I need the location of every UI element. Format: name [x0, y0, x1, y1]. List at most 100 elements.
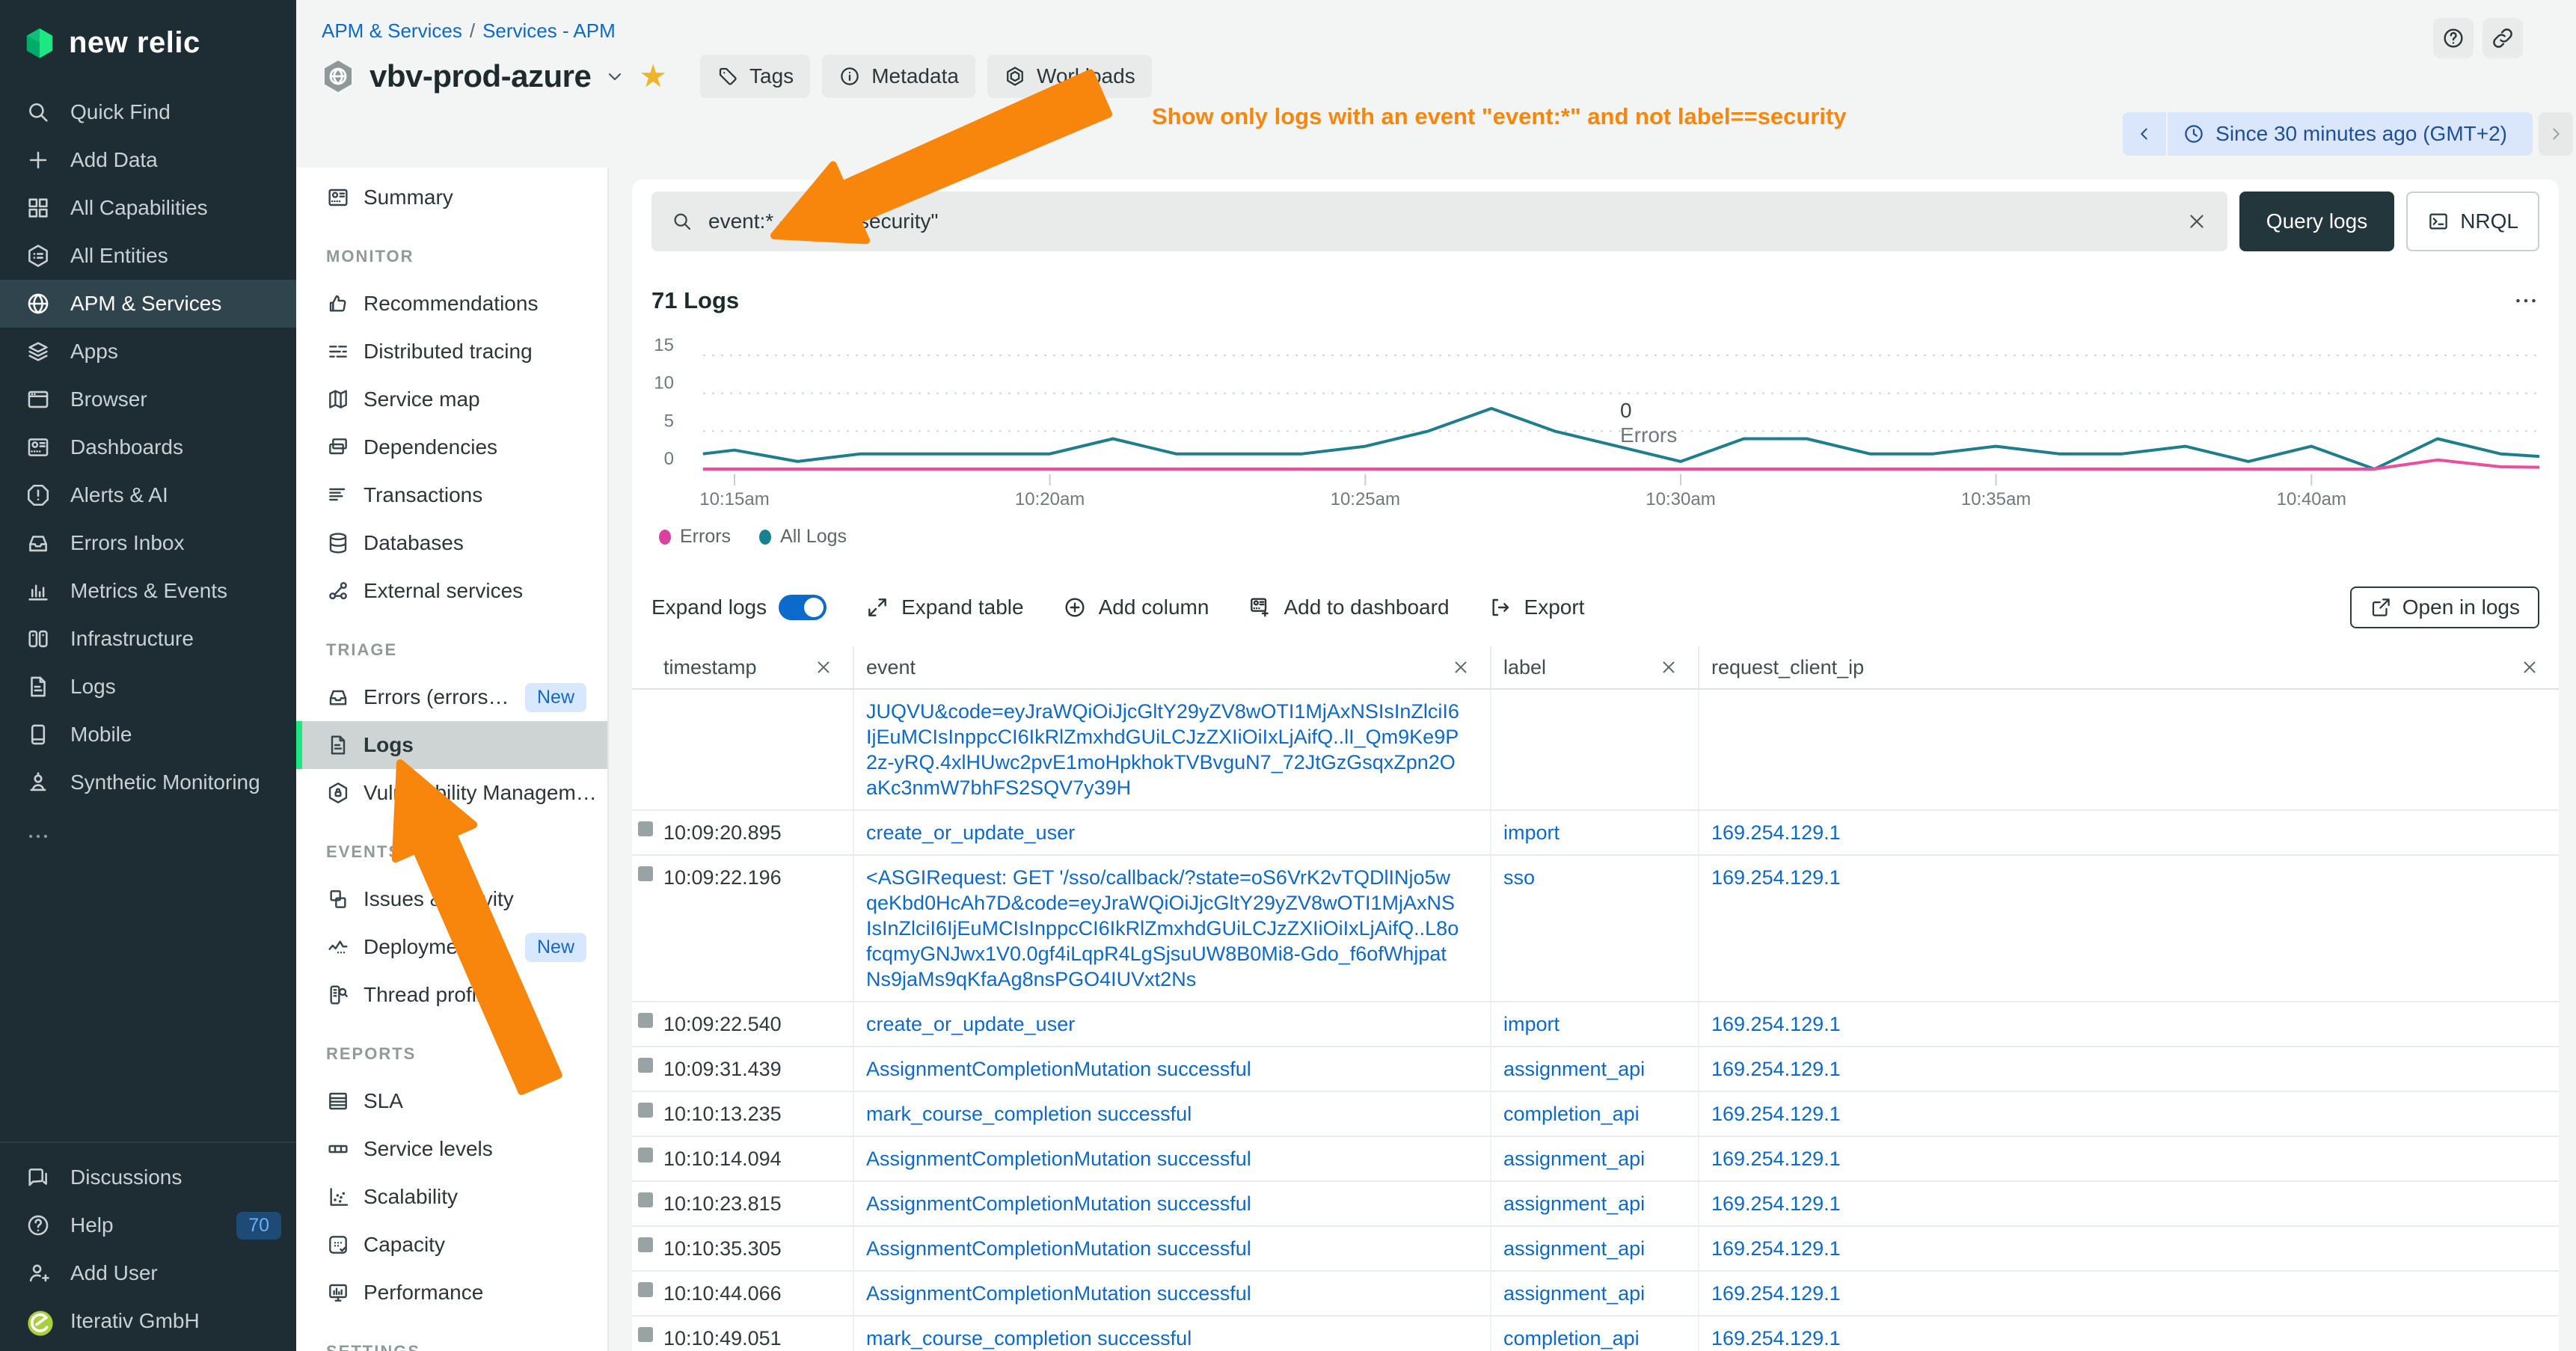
subnav-item-deployments[interactable]: DeploymentsNew — [296, 923, 607, 971]
log-ip-link[interactable]: 169.254.129.1 — [1711, 821, 1841, 844]
log-row[interactable]: 10:09:22.540create_or_update_userimport1… — [632, 1002, 2559, 1047]
sidebar-item-all-capabilities[interactable]: All Capabilities — [0, 184, 296, 232]
log-ip-link[interactable]: 169.254.129.1 — [1711, 1192, 1841, 1215]
log-ip-link[interactable]: 169.254.129.1 — [1711, 1103, 1841, 1125]
copy-link-button[interactable] — [2483, 18, 2523, 58]
subnav-item-service-map[interactable]: Service map — [296, 376, 607, 423]
log-ip-link[interactable]: 169.254.129.1 — [1711, 1013, 1841, 1035]
remove-column-icon[interactable] — [814, 658, 833, 677]
sidebar-item-discussions[interactable]: Discussions — [0, 1154, 296, 1201]
time-range-button[interactable]: Since 30 minutes ago (GMT+2) — [2168, 122, 2533, 146]
expand-logs-toggle[interactable] — [779, 595, 827, 620]
sidebar-item-synthetic-monitoring[interactable]: Synthetic Monitoring — [0, 759, 296, 806]
log-event-link[interactable]: JUQVU&code=eyJraWQiOiJjcGltY29yZV8wOTI1M… — [866, 700, 1459, 799]
row-select-checkbox[interactable] — [638, 1282, 653, 1297]
subnav-item-distributed-tracing[interactable]: Distributed tracing — [296, 328, 607, 376]
sidebar-item-alerts-ai[interactable]: Alerts & AI — [0, 471, 296, 519]
sidebar-item-apps[interactable]: Apps — [0, 328, 296, 376]
log-row[interactable]: 10:10:13.235mark_course_completion succe… — [632, 1092, 2559, 1137]
sidebar-item-iterativ-gmbh[interactable]: Iterativ GmbH — [0, 1297, 296, 1345]
sidebar-item-logs[interactable]: Logs — [0, 663, 296, 711]
time-back-button[interactable] — [2123, 112, 2166, 156]
more-menu-icon[interactable] — [2512, 287, 2539, 314]
log-event-link[interactable]: create_or_update_user — [866, 821, 1075, 844]
row-select-checkbox[interactable] — [638, 1103, 653, 1118]
log-event-link[interactable]: AssignmentCompletionMutation successful — [866, 1192, 1251, 1215]
log-search-field[interactable]: event:* -"label":"security" — [651, 192, 2227, 251]
log-label-link[interactable]: completion_api — [1503, 1103, 1640, 1125]
log-row[interactable]: JUQVU&code=eyJraWQiOiJjcGltY29yZV8wOTI1M… — [632, 690, 2559, 811]
nrql-button[interactable]: NRQL — [2406, 192, 2539, 251]
subnav-item-errors-errors-inb[interactable]: Errors (errors inb...New — [296, 673, 607, 721]
log-label-link[interactable]: assignment_api — [1503, 1058, 1645, 1080]
sidebar-item-browser[interactable]: Browser — [0, 376, 296, 423]
log-ip-link[interactable]: 169.254.129.1 — [1711, 1058, 1841, 1080]
subnav-item-logs[interactable]: Logs — [296, 721, 607, 769]
subnav-item-service-levels[interactable]: Service levels — [296, 1125, 607, 1173]
sidebar-item-more[interactable] — [0, 812, 296, 860]
help-button[interactable] — [2433, 18, 2474, 58]
time-forward-button[interactable] — [2539, 112, 2573, 156]
sidebar-item-dashboards[interactable]: Dashboards — [0, 423, 296, 471]
legend-item-errors[interactable]: Errors — [659, 526, 731, 548]
sidebar-item-all-entities[interactable]: All Entities — [0, 232, 296, 280]
log-label-link[interactable]: assignment_api — [1503, 1237, 1645, 1260]
log-row[interactable]: 10:09:31.439AssignmentCompletionMutation… — [632, 1047, 2559, 1092]
workloads-button[interactable]: Workloads — [987, 55, 1152, 98]
log-label-link[interactable]: assignment_api — [1503, 1148, 1645, 1170]
sidebar-item-add-data[interactable]: Add Data — [0, 136, 296, 184]
row-select-checkbox[interactable] — [638, 1237, 653, 1252]
log-row[interactable]: 10:09:20.895create_or_update_userimport1… — [632, 811, 2559, 856]
subnav-item-capacity[interactable]: Capacity — [296, 1221, 607, 1269]
log-ip-link[interactable]: 169.254.129.1 — [1711, 1327, 1841, 1350]
breadcrumb-apm-services[interactable]: APM & Services — [322, 19, 462, 43]
subnav-item-recommendations[interactable]: Recommendations — [296, 280, 607, 328]
clear-search-icon[interactable] — [2186, 210, 2208, 233]
new-relic-logo[interactable]: new relic — [0, 0, 296, 78]
query-logs-button[interactable]: Query logs — [2239, 192, 2394, 251]
search-input[interactable]: event:* -"label":"security" — [708, 209, 2171, 233]
log-row[interactable]: 10:10:14.094AssignmentCompletionMutation… — [632, 1137, 2559, 1182]
entity-chevron-down-icon[interactable] — [604, 66, 625, 87]
add-to-dashboard-button[interactable]: Add to dashboard — [1248, 595, 1449, 619]
log-event-link[interactable]: AssignmentCompletionMutation successful — [866, 1148, 1251, 1170]
sidebar-item-add-user[interactable]: Add User — [0, 1249, 296, 1297]
log-label-link[interactable]: sso — [1503, 866, 1535, 889]
sidebar-item-metrics-events[interactable]: Metrics & Events — [0, 567, 296, 615]
log-row[interactable]: 10:09:22.196<ASGIRequest: GET '/sso/call… — [632, 856, 2559, 1002]
subnav-item-transactions[interactable]: Transactions — [296, 471, 607, 519]
log-ip-link[interactable]: 169.254.129.1 — [1711, 1237, 1841, 1260]
log-event-link[interactable]: AssignmentCompletionMutation successful — [866, 1237, 1251, 1260]
subnav-item-external-services[interactable]: External services — [296, 567, 607, 615]
subnav-item-scalability[interactable]: Scalability — [296, 1173, 607, 1221]
log-event-link[interactable]: <ASGIRequest: GET '/sso/callback/?state=… — [866, 866, 1459, 990]
log-row[interactable]: 10:10:44.066AssignmentCompletionMutation… — [632, 1272, 2559, 1317]
metadata-button[interactable]: Metadata — [822, 55, 975, 98]
subnav-item-issues-activity[interactable]: Issues & activity — [296, 875, 607, 923]
sidebar-item-apm-services[interactable]: APM & Services — [0, 280, 296, 328]
log-label-link[interactable]: assignment_api — [1503, 1192, 1645, 1215]
open-in-logs-button[interactable]: Open in logs — [2350, 586, 2539, 628]
log-event-link[interactable]: mark_course_completion successful — [866, 1327, 1192, 1350]
remove-column-icon[interactable] — [1451, 658, 1471, 677]
tags-button[interactable]: Tags — [700, 55, 810, 98]
row-select-checkbox[interactable] — [638, 1148, 653, 1162]
expand-table-button[interactable]: Expand table — [865, 595, 1023, 619]
log-row[interactable]: 10:10:35.305AssignmentCompletionMutation… — [632, 1227, 2559, 1272]
remove-column-icon[interactable] — [1659, 658, 1678, 677]
sidebar-item-infrastructure[interactable]: Infrastructure — [0, 615, 296, 663]
log-ip-link[interactable]: 169.254.129.1 — [1711, 1148, 1841, 1170]
favorite-star-icon[interactable] — [639, 61, 667, 92]
sidebar-item-mobile[interactable]: Mobile — [0, 711, 296, 759]
row-select-checkbox[interactable] — [638, 1058, 653, 1073]
sidebar-item-errors-inbox[interactable]: Errors Inbox — [0, 519, 296, 567]
subnav-item-vulnerability-management[interactable]: Vulnerability Management — [296, 769, 607, 817]
remove-column-icon[interactable] — [2520, 658, 2539, 677]
row-select-checkbox[interactable] — [638, 1192, 653, 1207]
subnav-item-summary[interactable]: Summary — [296, 174, 607, 221]
log-label-link[interactable]: import — [1503, 821, 1560, 844]
row-select-checkbox[interactable] — [638, 821, 653, 836]
sidebar-item-help[interactable]: Help70 — [0, 1201, 296, 1249]
subnav-item-thread-profiler[interactable]: Thread profiler — [296, 971, 607, 1019]
log-label-link[interactable]: assignment_api — [1503, 1282, 1645, 1305]
